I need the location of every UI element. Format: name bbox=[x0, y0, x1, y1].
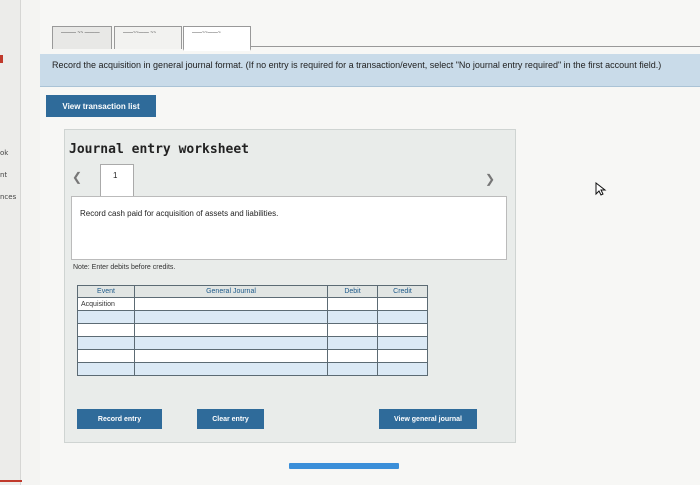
event-cell bbox=[77, 336, 135, 350]
tab-3-label: ——~~——~ bbox=[192, 30, 221, 36]
table-row: Acquisition bbox=[77, 297, 428, 311]
credit-input[interactable] bbox=[377, 336, 428, 350]
credit-input[interactable] bbox=[377, 310, 428, 324]
table-row bbox=[77, 310, 428, 324]
record-entry-button[interactable]: Record entry bbox=[77, 409, 162, 429]
table-row bbox=[77, 336, 428, 350]
account-input[interactable] bbox=[134, 323, 328, 337]
tab-1-label: ——— ~~ ——— bbox=[61, 30, 100, 36]
event-cell bbox=[77, 310, 135, 324]
header-event: Event bbox=[77, 285, 135, 298]
account-input[interactable] bbox=[134, 310, 328, 324]
instruction-text: Record the acquisition in general journa… bbox=[52, 60, 662, 70]
header-general-journal: General Journal bbox=[134, 285, 328, 298]
table-row bbox=[77, 362, 428, 376]
account-input[interactable] bbox=[134, 297, 328, 311]
view-transaction-list-button[interactable]: View transaction list bbox=[46, 95, 156, 117]
table-row bbox=[77, 323, 428, 337]
instruction-banner: Record the acquisition in general journa… bbox=[40, 54, 700, 87]
journal-table: Event General Journal Debit Credit Acqui… bbox=[77, 285, 428, 376]
mouse-cursor-icon bbox=[595, 182, 607, 196]
debit-input[interactable] bbox=[327, 323, 378, 337]
transaction-description-box: Record cash paid for acquisition of asse… bbox=[71, 196, 507, 260]
sidebar-item-1[interactable]: ok bbox=[0, 149, 8, 157]
table-row bbox=[77, 349, 428, 363]
tab-2[interactable]: ——~~—— ~~ bbox=[114, 26, 182, 49]
clear-entry-button[interactable]: Clear entry bbox=[197, 409, 264, 429]
page-tab-1[interactable]: 1 bbox=[100, 164, 134, 197]
worksheet-title: Journal entry worksheet bbox=[69, 142, 250, 157]
credit-input[interactable] bbox=[377, 362, 428, 376]
credit-input[interactable] bbox=[377, 323, 428, 337]
debit-input[interactable] bbox=[327, 336, 378, 350]
event-cell bbox=[77, 349, 135, 363]
event-cell: Acquisition bbox=[77, 297, 135, 311]
tab-divider bbox=[250, 46, 700, 47]
table-header-row: Event General Journal Debit Credit bbox=[77, 285, 428, 298]
sidebar-item-2[interactable]: nt bbox=[0, 171, 7, 179]
page-number: 1 bbox=[113, 171, 118, 180]
view-general-journal-button[interactable]: View general journal bbox=[379, 409, 477, 429]
account-input[interactable] bbox=[134, 349, 328, 363]
account-input[interactable] bbox=[134, 362, 328, 376]
debit-credit-note: Note: Enter debits before credits. bbox=[73, 264, 176, 271]
tab-1[interactable]: ——— ~~ ——— bbox=[52, 26, 112, 49]
tab-2-label: ——~~—— ~~ bbox=[123, 30, 157, 36]
credit-input[interactable] bbox=[377, 349, 428, 363]
debit-input[interactable] bbox=[327, 297, 378, 311]
main-content: ——— ~~ ——— ——~~—— ~~ ——~~——~ Record the … bbox=[40, 0, 700, 485]
event-cell bbox=[77, 362, 135, 376]
progress-bar bbox=[289, 463, 399, 469]
event-cell bbox=[77, 323, 135, 337]
debit-input[interactable] bbox=[327, 362, 378, 376]
transaction-description: Record cash paid for acquisition of asse… bbox=[80, 209, 279, 218]
account-input[interactable] bbox=[134, 336, 328, 350]
chevron-left-icon[interactable]: ❮ bbox=[72, 170, 82, 184]
sidebar-item-3[interactable]: nces bbox=[0, 193, 16, 201]
sidebar-accent-mark bbox=[0, 55, 3, 63]
header-credit: Credit bbox=[377, 285, 428, 298]
credit-input[interactable] bbox=[377, 297, 428, 311]
chevron-right-icon[interactable]: ❯ bbox=[485, 172, 495, 186]
journal-entry-worksheet: Journal entry worksheet ❮ 1 ❯ Record cas… bbox=[64, 129, 516, 443]
header-debit: Debit bbox=[327, 285, 378, 298]
left-sidebar: ok nt nces bbox=[0, 0, 21, 485]
tab-3[interactable]: ——~~——~ bbox=[183, 26, 251, 51]
bottom-accent bbox=[0, 480, 22, 482]
debit-input[interactable] bbox=[327, 349, 378, 363]
debit-input[interactable] bbox=[327, 310, 378, 324]
